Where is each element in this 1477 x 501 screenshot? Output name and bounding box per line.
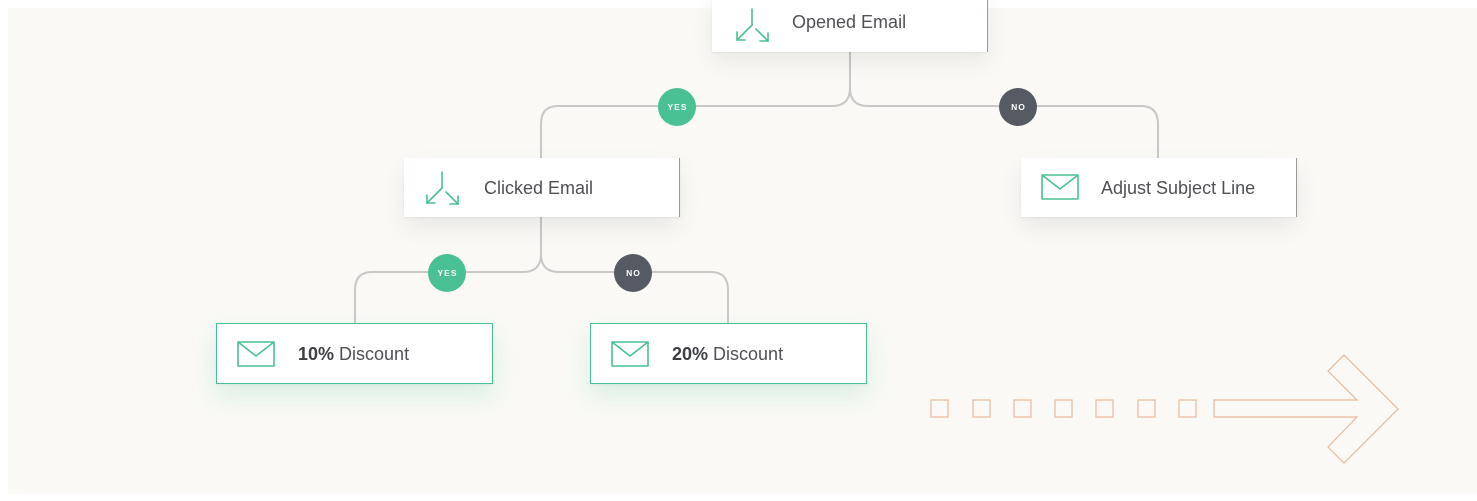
flow-canvas: YES NO YES NO Opened Email Clicked Email… (0, 0, 1477, 501)
dashed-arrow-icon (930, 354, 1399, 464)
